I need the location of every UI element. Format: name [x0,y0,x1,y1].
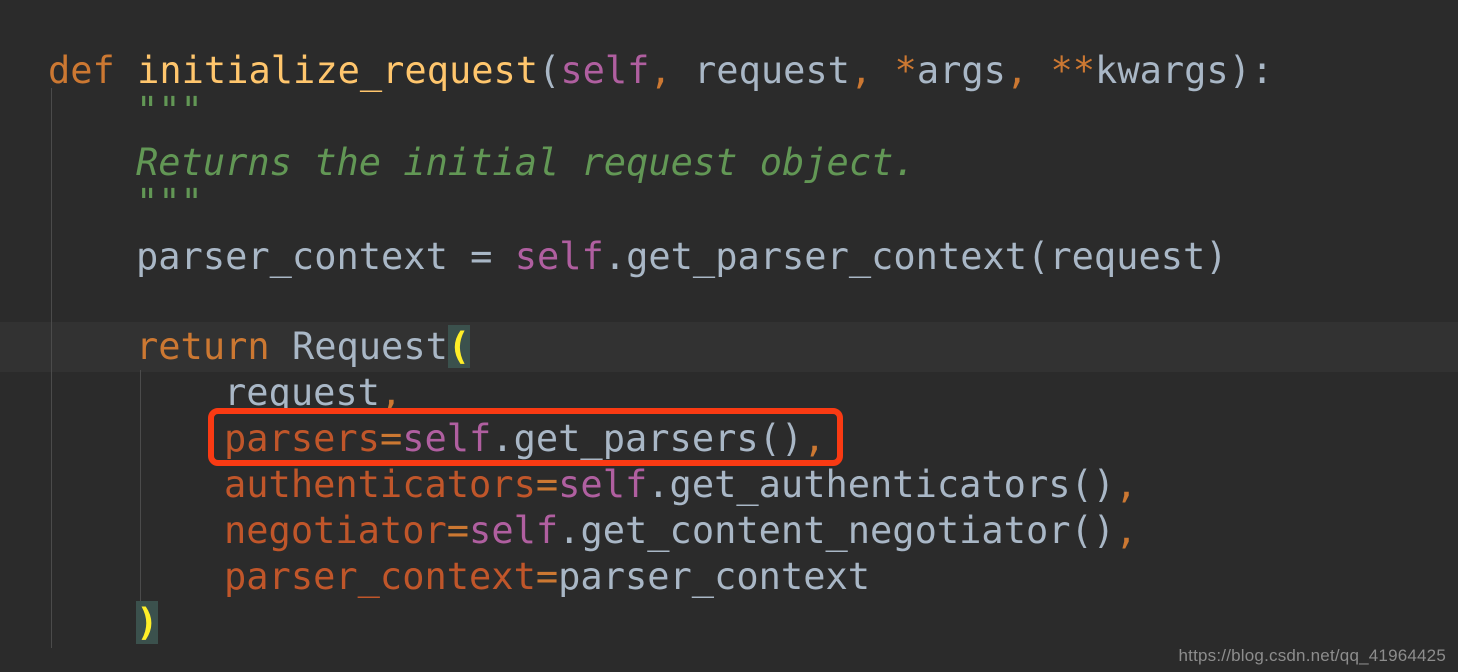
code-token: return [136,325,292,368]
code-token: . [603,235,627,278]
code-line-content: authenticators=self.get_authenticators()… [0,462,1137,507]
code-token: get_content_negotiator() [580,509,1116,552]
code-line[interactable]: negotiator=self.get_content_negotiator()… [0,508,1458,553]
code-token: self [514,235,604,278]
code-token: get_parsers() [513,417,804,460]
code-token: request [224,371,380,414]
code-line-content: return Request( [0,324,471,369]
code-token: self [560,49,650,92]
code-line-content: """ [0,180,203,225]
code-token: Returns the initial request object. [136,141,916,184]
bracket-match-highlight: ) [136,601,159,644]
code-token: get_authenticators() [669,463,1116,506]
code-token: * [894,49,917,92]
code-token: = [379,417,403,460]
code-line[interactable]: parser_context = self.get_parser_context… [0,234,1458,279]
code-token: request [671,49,850,92]
code-token: . [647,463,670,506]
code-line[interactable]: ) [0,600,1458,645]
code-token: ** [1050,49,1096,92]
code-token: def [48,49,138,92]
code-line[interactable]: parser_context=parser_context [0,554,1458,599]
code-token: parser_context [224,555,536,598]
code-token: , [849,49,873,92]
code-line-content: ) [0,600,159,645]
code-line[interactable]: parsers=self.get_parsers(), [0,416,1458,461]
bracket-match-highlight: ( [447,325,471,368]
code-line[interactable]: authenticators=self.get_authenticators()… [0,462,1458,507]
code-token: args [916,49,1006,92]
code-token: , [1115,509,1138,552]
code-editor-screenshot: def initialize_request(self, request, *a… [0,0,1458,672]
code-token: , [379,371,403,414]
code-token: ( [538,49,561,92]
code-line-content: negotiator=self.get_content_negotiator()… [0,508,1137,553]
code-line[interactable]: def initialize_request(self, request, *a… [0,48,1458,93]
code-token: Request [291,325,448,368]
code-token: = [535,463,559,506]
code-token: parser_context [558,555,871,598]
code-token: parsers [224,417,380,460]
code-line-content: parsers=self.get_parsers(), [0,416,825,461]
code-line-content: parser_context = self.get_parser_context… [0,234,1228,279]
code-token: parser_context = [136,235,515,278]
code-line[interactable]: return Request( [0,324,1458,369]
code-token: """ [136,181,203,224]
code-token: ): [1228,49,1274,92]
code-token: . [491,417,514,460]
code-line-content: Returns the initial request object. [0,140,916,185]
code-line[interactable]: """ [0,180,1458,225]
code-token: kwargs [1095,49,1229,92]
code-token: authenticators [224,463,536,506]
code-token: initialize_request [137,49,539,92]
code-token: = [535,555,559,598]
code-token: self [402,417,492,460]
code-line-content: parser_context=parser_context [0,554,870,599]
code-token: = [446,509,470,552]
code-token: negotiator [224,509,447,552]
code-token: , [649,49,672,92]
code-line[interactable]: request, [0,370,1458,415]
code-text-area[interactable]: def initialize_request(self, request, *a… [0,0,1458,672]
watermark-url: https://blog.csdn.net/qq_41964425 [1178,646,1446,665]
code-token: get_parser_context(request) [626,235,1228,278]
code-token: , [1005,49,1029,92]
code-token: , [803,417,826,460]
code-line-content: request, [0,370,402,415]
code-line[interactable]: """ [0,88,1458,133]
code-token: self [558,463,648,506]
code-token: """ [136,89,203,132]
code-line[interactable]: Returns the initial request object. [0,140,1458,185]
code-line-content: def initialize_request(self, request, *a… [0,48,1273,93]
code-token: self [469,509,559,552]
code-token: , [1115,463,1138,506]
code-line-content: """ [0,88,203,133]
code-token: . [558,509,581,552]
